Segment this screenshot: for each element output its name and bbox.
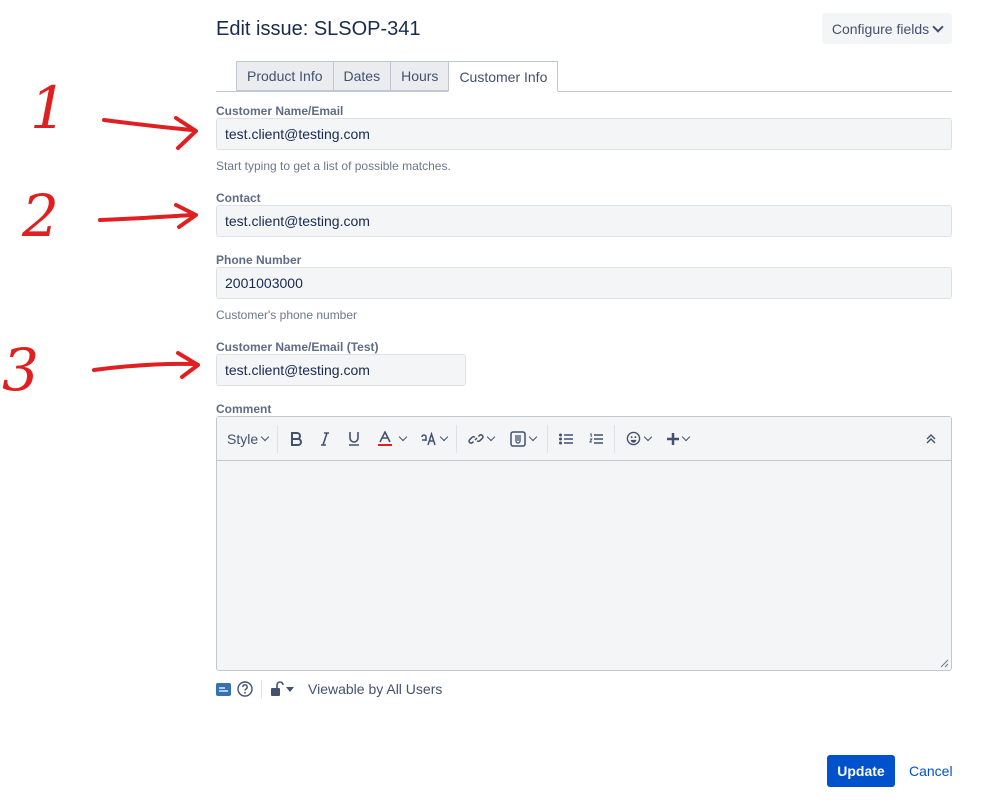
configure-fields-button[interactable]: Configure fields: [822, 13, 952, 44]
chevron-down-icon: [932, 20, 944, 33]
chevron-down-icon: [260, 432, 270, 442]
plus-icon: [667, 432, 680, 445]
contact-label: Contact: [216, 191, 261, 205]
emoji-icon: [626, 431, 641, 446]
phone-number-label: Phone Number: [216, 253, 302, 267]
help-icon[interactable]: [237, 681, 253, 697]
annotation-arrow-1: [102, 118, 194, 132]
text-format-icon: [421, 431, 436, 445]
customer-name-label: Customer Name/Email: [216, 104, 344, 118]
annotation-arrowhead-1: [174, 116, 198, 150]
tab-customer-info[interactable]: Customer Info: [448, 61, 559, 92]
customer-name-help: Start typing to get a list of possible m…: [216, 159, 451, 173]
chevron-down-icon: [398, 432, 408, 442]
cancel-link[interactable]: Cancel: [909, 763, 953, 779]
attachment-button[interactable]: [502, 425, 544, 453]
chevron-down-icon: [528, 432, 538, 442]
phone-number-input[interactable]: [216, 267, 952, 299]
bullet-list-button[interactable]: [551, 425, 581, 453]
bold-button[interactable]: [281, 425, 311, 453]
italic-button[interactable]: [311, 425, 339, 453]
customer-name-input[interactable]: [216, 118, 952, 150]
text-color-button[interactable]: [369, 425, 415, 453]
chevron-down-icon: [486, 432, 496, 442]
italic-icon: [321, 431, 330, 446]
visibility-dropdown[interactable]: [270, 681, 294, 697]
tab-bar: Product Info Dates Hours Customer Info: [236, 61, 559, 92]
numbered-list-icon: [589, 433, 604, 444]
chevron-down-icon: [643, 432, 653, 442]
emoji-button[interactable]: [618, 425, 659, 453]
underline-button[interactable]: [339, 425, 369, 453]
bullet-list-icon: [559, 433, 574, 444]
toolbar-separator: [456, 424, 458, 453]
tab-hours[interactable]: Hours: [390, 61, 449, 91]
update-button[interactable]: Update: [827, 755, 895, 787]
annotation-arrow-2: [98, 213, 195, 222]
style-dropdown-label: Style: [227, 430, 259, 447]
chevron-down-icon: [681, 432, 691, 442]
customer-name-test-label: Customer Name/Email (Test): [216, 340, 379, 354]
more-formatting-button[interactable]: [415, 425, 453, 453]
bold-icon: [291, 431, 303, 446]
insert-more-button[interactable]: [659, 425, 697, 453]
numbered-list-button[interactable]: [581, 425, 611, 453]
annotation-number-1: 1: [30, 74, 67, 142]
annotation-arrowhead-3: [176, 351, 200, 379]
underline-icon: [349, 432, 360, 446]
phone-number-help: Customer's phone number: [216, 308, 358, 322]
annotation-arrowhead-2: [174, 203, 198, 229]
unlock-icon: [271, 681, 284, 696]
style-dropdown[interactable]: Style: [217, 425, 274, 453]
collapse-icon: [926, 433, 936, 443]
visibility-label: Viewable by All Users: [308, 681, 443, 697]
annotation-number-2: 2: [21, 182, 59, 250]
chevron-down-icon: [439, 432, 449, 442]
editor-toolbar: Style: [217, 417, 951, 461]
text-color-icon: [378, 430, 393, 446]
contact-input[interactable]: [216, 205, 952, 237]
tab-dates[interactable]: Dates: [332, 61, 391, 91]
annotation-number-3: 3: [2, 336, 39, 404]
collapse-toolbar-button[interactable]: [911, 425, 951, 453]
attachment-icon: [510, 430, 526, 447]
annotation-arrow-3: [92, 361, 196, 372]
link-button[interactable]: [460, 425, 502, 453]
comment-footer: Viewable by All Users: [216, 680, 442, 698]
toolbar-separator: [277, 424, 279, 453]
page-title: Edit issue: SLSOP-341: [216, 18, 421, 40]
toolbar-separator: [614, 424, 616, 453]
configure-fields-label: Configure fields: [831, 20, 930, 37]
comment-editor: Style: [216, 416, 952, 671]
customer-name-test-input[interactable]: [216, 354, 466, 386]
tab-product-info[interactable]: Product Info: [236, 61, 333, 91]
footer-separator: [261, 680, 262, 698]
comment-label: Comment: [216, 402, 272, 416]
link-icon: [468, 433, 484, 444]
caret-down-icon: [286, 686, 294, 692]
editor-mode-icon[interactable]: [216, 682, 231, 696]
resize-handle-icon[interactable]: [939, 658, 949, 668]
toolbar-separator: [547, 424, 549, 453]
